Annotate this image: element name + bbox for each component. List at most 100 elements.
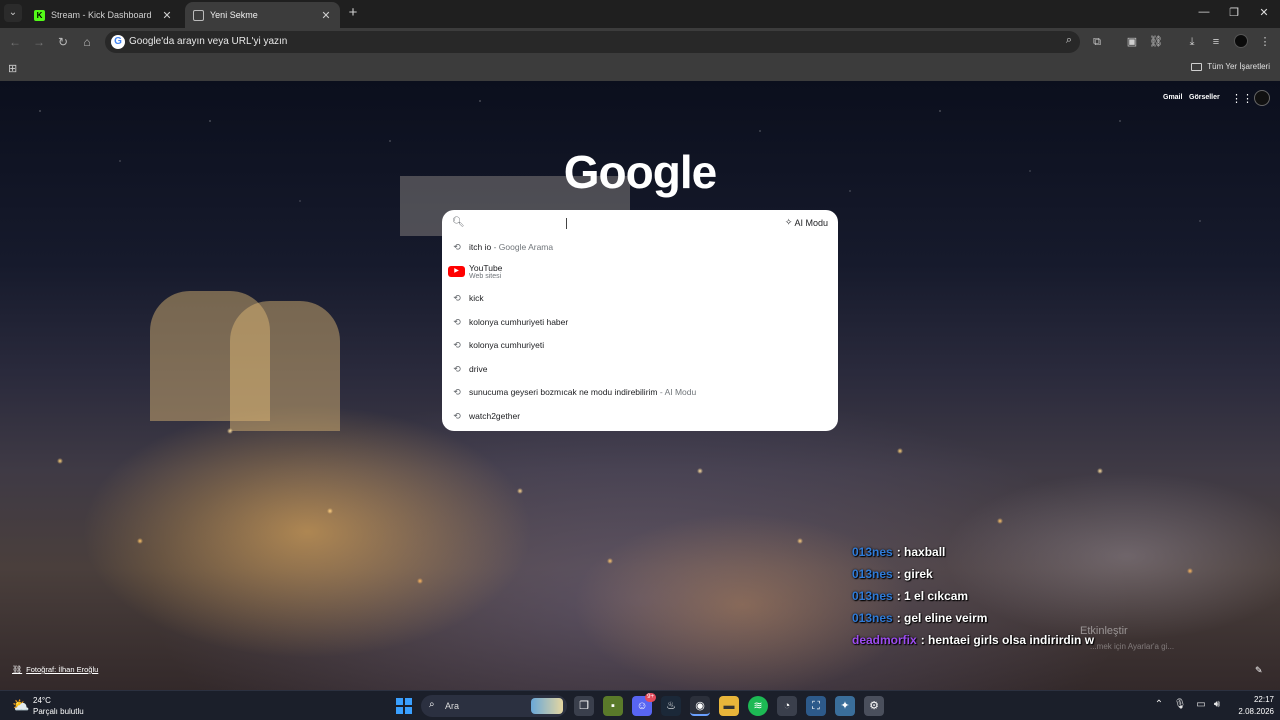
history-icon: ⟲ <box>453 292 461 303</box>
screenshot-icon[interactable]: ▣ <box>1124 35 1140 49</box>
address-bar[interactable]: G Google'da arayın veya URL'yi yazın ⌕ <box>105 31 1080 53</box>
suggestion-title: YouTube <box>469 263 503 273</box>
forward-arrow-icon[interactable]: → <box>31 35 47 49</box>
title-bar: ⌄ K Stream - Kick Dashboard ✕ Yeni Sekme… <box>0 0 1280 28</box>
browser-toolbar: ← → ↻ ⌂ G Google'da arayın veya URL'yi y… <box>0 28 1280 56</box>
tab-new-tab[interactable]: Yeni Sekme ✕ <box>185 2 340 28</box>
suggestion-query: itch io <box>469 242 492 252</box>
activation-watermark: Etkinleştir <box>1080 625 1128 637</box>
app-icon[interactable]: ◔ <box>777 696 797 716</box>
photo-credit-link[interactable]: ⛓ Fotoğraf: İlhan Eroğlu <box>12 665 98 674</box>
new-tab-button[interactable]: + <box>346 5 360 21</box>
all-bookmarks-button[interactable]: Tüm Yer İşaretleri <box>1191 62 1270 71</box>
search-icon: ⌕ <box>429 699 435 710</box>
apps-grid-icon[interactable]: ⊞ <box>8 62 17 75</box>
chat-text: : gel eline veirm <box>896 611 988 625</box>
weather-desc[interactable]: Parçalı bulutlu <box>33 707 84 716</box>
suggestion-item[interactable]: ⟲ drive <box>442 358 838 380</box>
google-logo: Google <box>563 146 717 198</box>
tab-title: Stream - Kick Dashboard <box>51 10 152 20</box>
media-control-icon[interactable]: ≡ <box>1208 35 1224 49</box>
history-icon: ⟲ <box>453 363 461 374</box>
task-view-icon[interactable]: ❐ <box>574 696 594 716</box>
folder-icon <box>1191 62 1203 71</box>
pencil-icon[interactable]: ✎ <box>1255 665 1263 676</box>
chat-text: : 1 el cıkcam <box>896 589 969 603</box>
suggestion-query: kick <box>469 293 484 303</box>
profile-avatar[interactable] <box>1234 34 1248 48</box>
youtube-icon: ▶ <box>448 266 465 277</box>
suggestion-item[interactable]: ⟲ watch2gether <box>442 405 838 427</box>
windows-start-icon[interactable] <box>396 698 412 714</box>
clock-date[interactable]: 2.08.2026 <box>1228 707 1274 716</box>
restore-button[interactable]: ❐ <box>1224 6 1244 19</box>
suggestion-item[interactable]: ⟲ kolonya cumhuriyeti <box>442 334 838 356</box>
tab-kick-dashboard[interactable]: K Stream - Kick Dashboard ✕ <box>26 2 181 28</box>
chrome-icon[interactable]: ◉ <box>690 696 710 716</box>
kick-icon: K <box>34 9 45 21</box>
history-icon: ⟲ <box>453 316 461 327</box>
chat-text: : girek <box>896 567 933 581</box>
suggestion-item[interactable]: ⟲ itch io - Google Arama <box>442 236 838 258</box>
tab-search-chevron-icon[interactable]: ⌄ <box>4 4 22 22</box>
ai-mode-button[interactable]: ✧ AI Modu <box>785 217 828 228</box>
link-icon: ⛓ <box>12 665 23 674</box>
back-arrow-icon[interactable]: ← <box>7 35 23 49</box>
link-icon[interactable]: ⛓ <box>1148 35 1164 49</box>
file-explorer-icon[interactable]: ▬ <box>719 696 739 716</box>
clock-time[interactable]: 22:17 <box>1240 695 1274 704</box>
bookmarks-bar: ⊞ Tüm Yer İşaretleri <box>0 56 1280 81</box>
chat-message: 013nes: 1 el cıkcam <box>852 589 968 603</box>
chat-username: 013nes <box>852 567 893 581</box>
suggestion-text: sunucuma geyseri bozmıcak ne modu indire… <box>469 387 696 397</box>
weather-cloud-icon[interactable]: ⛅ <box>12 697 29 714</box>
minimize-button[interactable]: — <box>1194 6 1214 18</box>
suggestion-item[interactable]: ▶ YouTube Web sitesi <box>442 260 838 286</box>
app-icon[interactable]: ✦ <box>835 696 855 716</box>
search-input[interactable] <box>472 214 772 232</box>
suggestion-item[interactable]: ⟲ sunucuma geyseri bozmıcak ne modu indi… <box>442 381 838 403</box>
gmail-link[interactable]: Gmail <box>1163 94 1182 101</box>
suggestion-query: sunucuma geyseri bozmıcak ne modu indire… <box>469 387 658 397</box>
kebab-menu-icon[interactable]: ⋮ <box>1257 35 1273 49</box>
suggestion-query: kolonya cumhuriyeti haber <box>469 317 569 327</box>
account-avatar[interactable] <box>1254 90 1270 106</box>
chat-username: 013nes <box>852 589 893 603</box>
google-g-icon: G <box>111 35 125 49</box>
download-icon[interactable]: ⤓ <box>1184 35 1200 49</box>
minecraft-icon[interactable]: ▪ <box>603 696 623 716</box>
chat-message: 013nes: haxball <box>852 545 945 559</box>
app-icon[interactable]: ⛶ <box>806 696 826 716</box>
taskbar-search[interactable]: ⌕ Ara <box>421 695 567 717</box>
reload-icon[interactable]: ↻ <box>55 35 71 49</box>
ai-mode-label: AI Modu <box>794 217 828 228</box>
home-icon[interactable]: ⌂ <box>79 35 95 49</box>
suggestion-item[interactable]: ⟲ kick <box>442 287 838 309</box>
volume-icon[interactable]: 🔊︎ <box>1210 699 1224 710</box>
steam-icon[interactable]: ♨ <box>661 696 681 716</box>
discord-badge: 9+ <box>645 693 656 702</box>
weather-temp[interactable]: 24°C <box>33 696 51 705</box>
spotify-icon[interactable]: ≋ <box>748 696 768 716</box>
suggestion-suffix: - Google Arama <box>491 242 554 252</box>
chat-message: deadmorfix: hentaei girls olsa indirirdi… <box>852 633 1094 647</box>
chevron-up-icon[interactable]: ⌃ <box>1152 699 1166 710</box>
history-icon: ⟲ <box>453 241 461 252</box>
suggestion-item[interactable]: ⟲ kolonya cumhuriyeti haber <box>442 311 838 333</box>
close-icon[interactable]: ✕ <box>320 9 332 22</box>
images-link[interactable]: Görseller <box>1189 94 1220 101</box>
activation-watermark-sub: ...mek için Ayarlar'a gi... <box>1090 642 1175 651</box>
extensions-icon[interactable]: ⧉ <box>1089 35 1105 49</box>
settings-gear-icon[interactable]: ⚙ <box>864 696 884 716</box>
history-icon: ⟲ <box>453 339 461 350</box>
chat-username: 013nes <box>852 611 893 625</box>
new-tab-page: Gmail Görseller ⋮⋮⋮ Google 🔍︎ ✧ AI Modu … <box>0 81 1280 690</box>
photo-credit-text: Fotoğraf: İlhan Eroğlu <box>26 665 99 674</box>
search-icon[interactable]: ⌕ <box>1066 34 1072 47</box>
chat-text: : hentaei girls olsa indirirdin w <box>920 633 1095 647</box>
close-window-button[interactable]: ✕ <box>1254 6 1274 19</box>
close-icon[interactable]: ✕ <box>161 9 173 22</box>
microphone-icon[interactable]: 🎙︎ <box>1173 699 1187 710</box>
discord-icon[interactable]: ☺ 9+ <box>632 693 656 716</box>
network-icon[interactable]: ▭ <box>1194 699 1208 710</box>
